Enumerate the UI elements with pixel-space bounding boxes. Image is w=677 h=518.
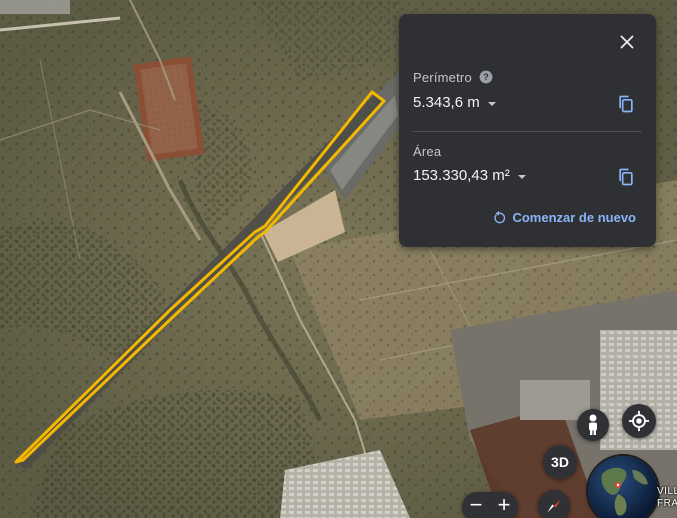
my-location-button[interactable]	[622, 404, 656, 438]
restart-icon	[494, 210, 506, 223]
area-label: Área	[413, 144, 442, 159]
map-viewport[interactable]: Perímetro ? 5.343,6 m Área 153.330,43 m²	[0, 0, 677, 518]
town-label-line1: VILLA	[657, 486, 677, 497]
my-location-icon	[628, 410, 650, 432]
street-view-button[interactable]	[577, 409, 609, 441]
panel-divider	[413, 131, 642, 132]
zoom-out-button[interactable]: −	[462, 492, 490, 518]
area-value: 153.330,43 m²	[413, 167, 510, 184]
compass-button[interactable]	[538, 490, 570, 518]
compass-icon	[547, 499, 561, 513]
copy-perimeter-icon[interactable]	[616, 93, 636, 115]
pegman-icon	[589, 414, 597, 435]
area-unit-selector[interactable]: 153.330,43 m²	[413, 167, 527, 184]
perimeter-value: 5.343,6 m	[413, 94, 480, 111]
caret-down-icon	[517, 174, 526, 179]
help-icon[interactable]: ?	[479, 70, 493, 84]
restart-button[interactable]: Comenzar de nuevo	[492, 210, 636, 225]
perimeter-unit-selector[interactable]: 5.343,6 m	[413, 94, 497, 111]
globe-minimap[interactable]	[588, 456, 658, 518]
restart-label: Comenzar de nuevo	[512, 210, 636, 225]
zoom-controls: − +	[462, 492, 518, 518]
zoom-in-button[interactable]: +	[490, 492, 518, 518]
caret-down-icon	[487, 101, 496, 106]
svg-text:?: ?	[483, 72, 488, 82]
measurement-panel: Perímetro ? 5.343,6 m Área 153.330,43 m²	[399, 14, 656, 247]
perimeter-label: Perímetro	[413, 70, 472, 85]
copy-area-icon[interactable]	[616, 166, 636, 188]
town-label-line2: FRA	[657, 498, 677, 509]
globe-icon	[601, 467, 648, 516]
three-d-button[interactable]: 3D	[543, 445, 577, 479]
close-icon[interactable]	[616, 31, 638, 53]
